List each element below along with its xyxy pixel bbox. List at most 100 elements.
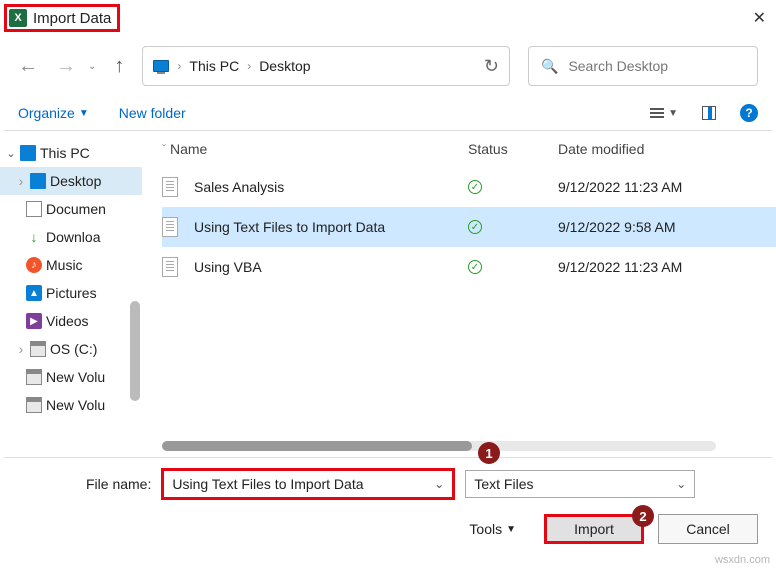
tree-label: Downloa xyxy=(46,229,100,245)
file-row[interactable]: Using Text Files to Import Data ✓ 9/12/2… xyxy=(162,207,776,247)
tree-downloads[interactable]: ↓ Downloa xyxy=(0,223,142,251)
tree-osc[interactable]: OS (C:) xyxy=(0,335,142,363)
breadcrumb-thispc[interactable]: This PC xyxy=(189,58,239,74)
forward-icon[interactable]: → xyxy=(56,55,76,78)
thispc-icon xyxy=(20,145,36,161)
tree-desktop[interactable]: Desktop xyxy=(0,167,142,195)
check-icon: ✓ xyxy=(468,260,482,274)
file-date: 9/12/2022 11:23 AM xyxy=(558,259,718,275)
help-icon[interactable]: ? xyxy=(740,104,758,122)
close-icon[interactable]: ✕ xyxy=(753,8,766,28)
chevron-right-icon: › xyxy=(247,59,251,73)
filename-label: File name: xyxy=(86,476,151,492)
file-date: 9/12/2022 11:23 AM xyxy=(558,179,718,195)
tree-music[interactable]: ♪ Music xyxy=(0,251,142,279)
caret-right-icon xyxy=(16,173,26,189)
filename-combo[interactable]: Using Text Files to Import Data ⌄ xyxy=(161,468,455,500)
tree-label: New Volu xyxy=(46,369,105,385)
file-list: ˇ Name Status Date modified Sales Analys… xyxy=(142,131,776,457)
window-title: Import Data xyxy=(33,10,111,27)
back-icon[interactable]: ← xyxy=(18,55,38,78)
file-icon xyxy=(162,177,178,197)
file-row[interactable]: Using VBA ✓ 9/12/2022 11:23 AM xyxy=(162,247,776,287)
horizontal-scrollbar[interactable] xyxy=(162,441,716,451)
tree-pictures[interactable]: ▲ Pictures xyxy=(0,279,142,307)
tools-label: Tools xyxy=(469,521,502,537)
videos-icon: ▶ xyxy=(26,313,42,329)
col-name-label: Name xyxy=(170,141,207,157)
address-bar[interactable]: › This PC › Desktop ↻ xyxy=(142,46,510,86)
tree-label: New Volu xyxy=(46,397,105,413)
cancel-label: Cancel xyxy=(686,521,730,537)
column-name[interactable]: ˇ Name xyxy=(162,141,468,157)
check-icon: ✓ xyxy=(468,180,482,194)
list-header: ˇ Name Status Date modified xyxy=(162,131,776,167)
file-name: Using VBA xyxy=(194,259,262,275)
tree-label: Pictures xyxy=(46,285,97,301)
preview-pane-icon[interactable] xyxy=(702,106,716,120)
watermark: wsxdn.com xyxy=(715,554,770,566)
tree-nv2[interactable]: New Volu xyxy=(0,391,142,419)
download-icon: ↓ xyxy=(26,229,42,245)
tree-label: Documen xyxy=(46,201,106,217)
caret-down-icon: ▼ xyxy=(668,108,678,119)
history-caret-icon[interactable]: ⌄ xyxy=(88,61,96,72)
import-label: Import xyxy=(574,521,614,537)
up-icon[interactable]: ↑ xyxy=(114,55,124,78)
tree-label: Videos xyxy=(46,313,89,329)
filter-value: Text Files xyxy=(474,476,533,492)
refresh-icon[interactable]: ↻ xyxy=(484,56,499,77)
import-button[interactable]: Import xyxy=(544,514,644,544)
document-icon xyxy=(26,201,42,217)
tree-thispc[interactable]: This PC xyxy=(0,139,142,167)
tree-panel: This PC Desktop Documen ↓ Downloa ♪ Musi… xyxy=(0,131,142,457)
tools-button[interactable]: Tools ▼ xyxy=(469,521,516,537)
list-view-icon xyxy=(650,108,664,118)
organize-button[interactable]: Organize ▼ xyxy=(18,105,89,121)
scrollbar-thumb[interactable] xyxy=(162,441,472,451)
tree-videos[interactable]: ▶ Videos xyxy=(0,307,142,335)
caret-down-icon: ▼ xyxy=(79,108,89,119)
tree-scrollbar[interactable] xyxy=(130,301,140,401)
col-caret-icon: ˇ xyxy=(162,142,166,156)
view-button[interactable]: ▼ xyxy=(650,108,678,119)
caret-down-icon xyxy=(6,147,16,160)
column-date[interactable]: Date modified xyxy=(558,141,718,157)
tree-documents[interactable]: Documen xyxy=(0,195,142,223)
file-name: Using Text Files to Import Data xyxy=(194,219,385,235)
cancel-button[interactable]: Cancel xyxy=(658,514,758,544)
pictures-icon: ▲ xyxy=(26,285,42,301)
annotation-badge-1: 1 xyxy=(478,442,500,464)
organize-label: Organize xyxy=(18,105,75,121)
title-highlight-box: X Import Data xyxy=(4,4,120,32)
file-date: 9/12/2022 9:58 AM xyxy=(558,219,718,235)
caret-down-icon: ⌄ xyxy=(434,477,444,491)
file-name: Sales Analysis xyxy=(194,179,284,195)
drive-icon xyxy=(26,397,42,413)
chevron-right-icon: › xyxy=(177,59,181,73)
filename-value: Using Text Files to Import Data xyxy=(172,476,363,492)
thispc-icon xyxy=(153,60,169,72)
file-icon xyxy=(162,257,178,277)
search-icon: 🔍 xyxy=(541,58,558,75)
new-folder-button[interactable]: New folder xyxy=(119,105,186,121)
annotation-badge-2: 2 xyxy=(632,505,654,527)
check-icon: ✓ xyxy=(468,220,482,234)
breadcrumb-desktop[interactable]: Desktop xyxy=(259,58,310,74)
tree-label: Desktop xyxy=(50,173,101,189)
music-icon: ♪ xyxy=(26,257,42,273)
file-row[interactable]: Sales Analysis ✓ 9/12/2022 11:23 AM xyxy=(162,167,776,207)
caret-down-icon: ⌄ xyxy=(676,477,686,491)
column-status[interactable]: Status xyxy=(468,141,558,157)
file-icon xyxy=(162,217,178,237)
tree-label: OS (C:) xyxy=(50,341,97,357)
desktop-icon xyxy=(30,173,46,189)
tree-nv1[interactable]: New Volu xyxy=(0,363,142,391)
drive-icon xyxy=(26,369,42,385)
tree-label: Music xyxy=(46,257,83,273)
tree-label: This PC xyxy=(40,145,90,161)
search-input[interactable]: 🔍 Search Desktop xyxy=(528,46,758,86)
search-placeholder: Search Desktop xyxy=(568,58,668,74)
drive-icon xyxy=(30,341,46,357)
filetype-filter[interactable]: Text Files ⌄ xyxy=(465,470,695,498)
